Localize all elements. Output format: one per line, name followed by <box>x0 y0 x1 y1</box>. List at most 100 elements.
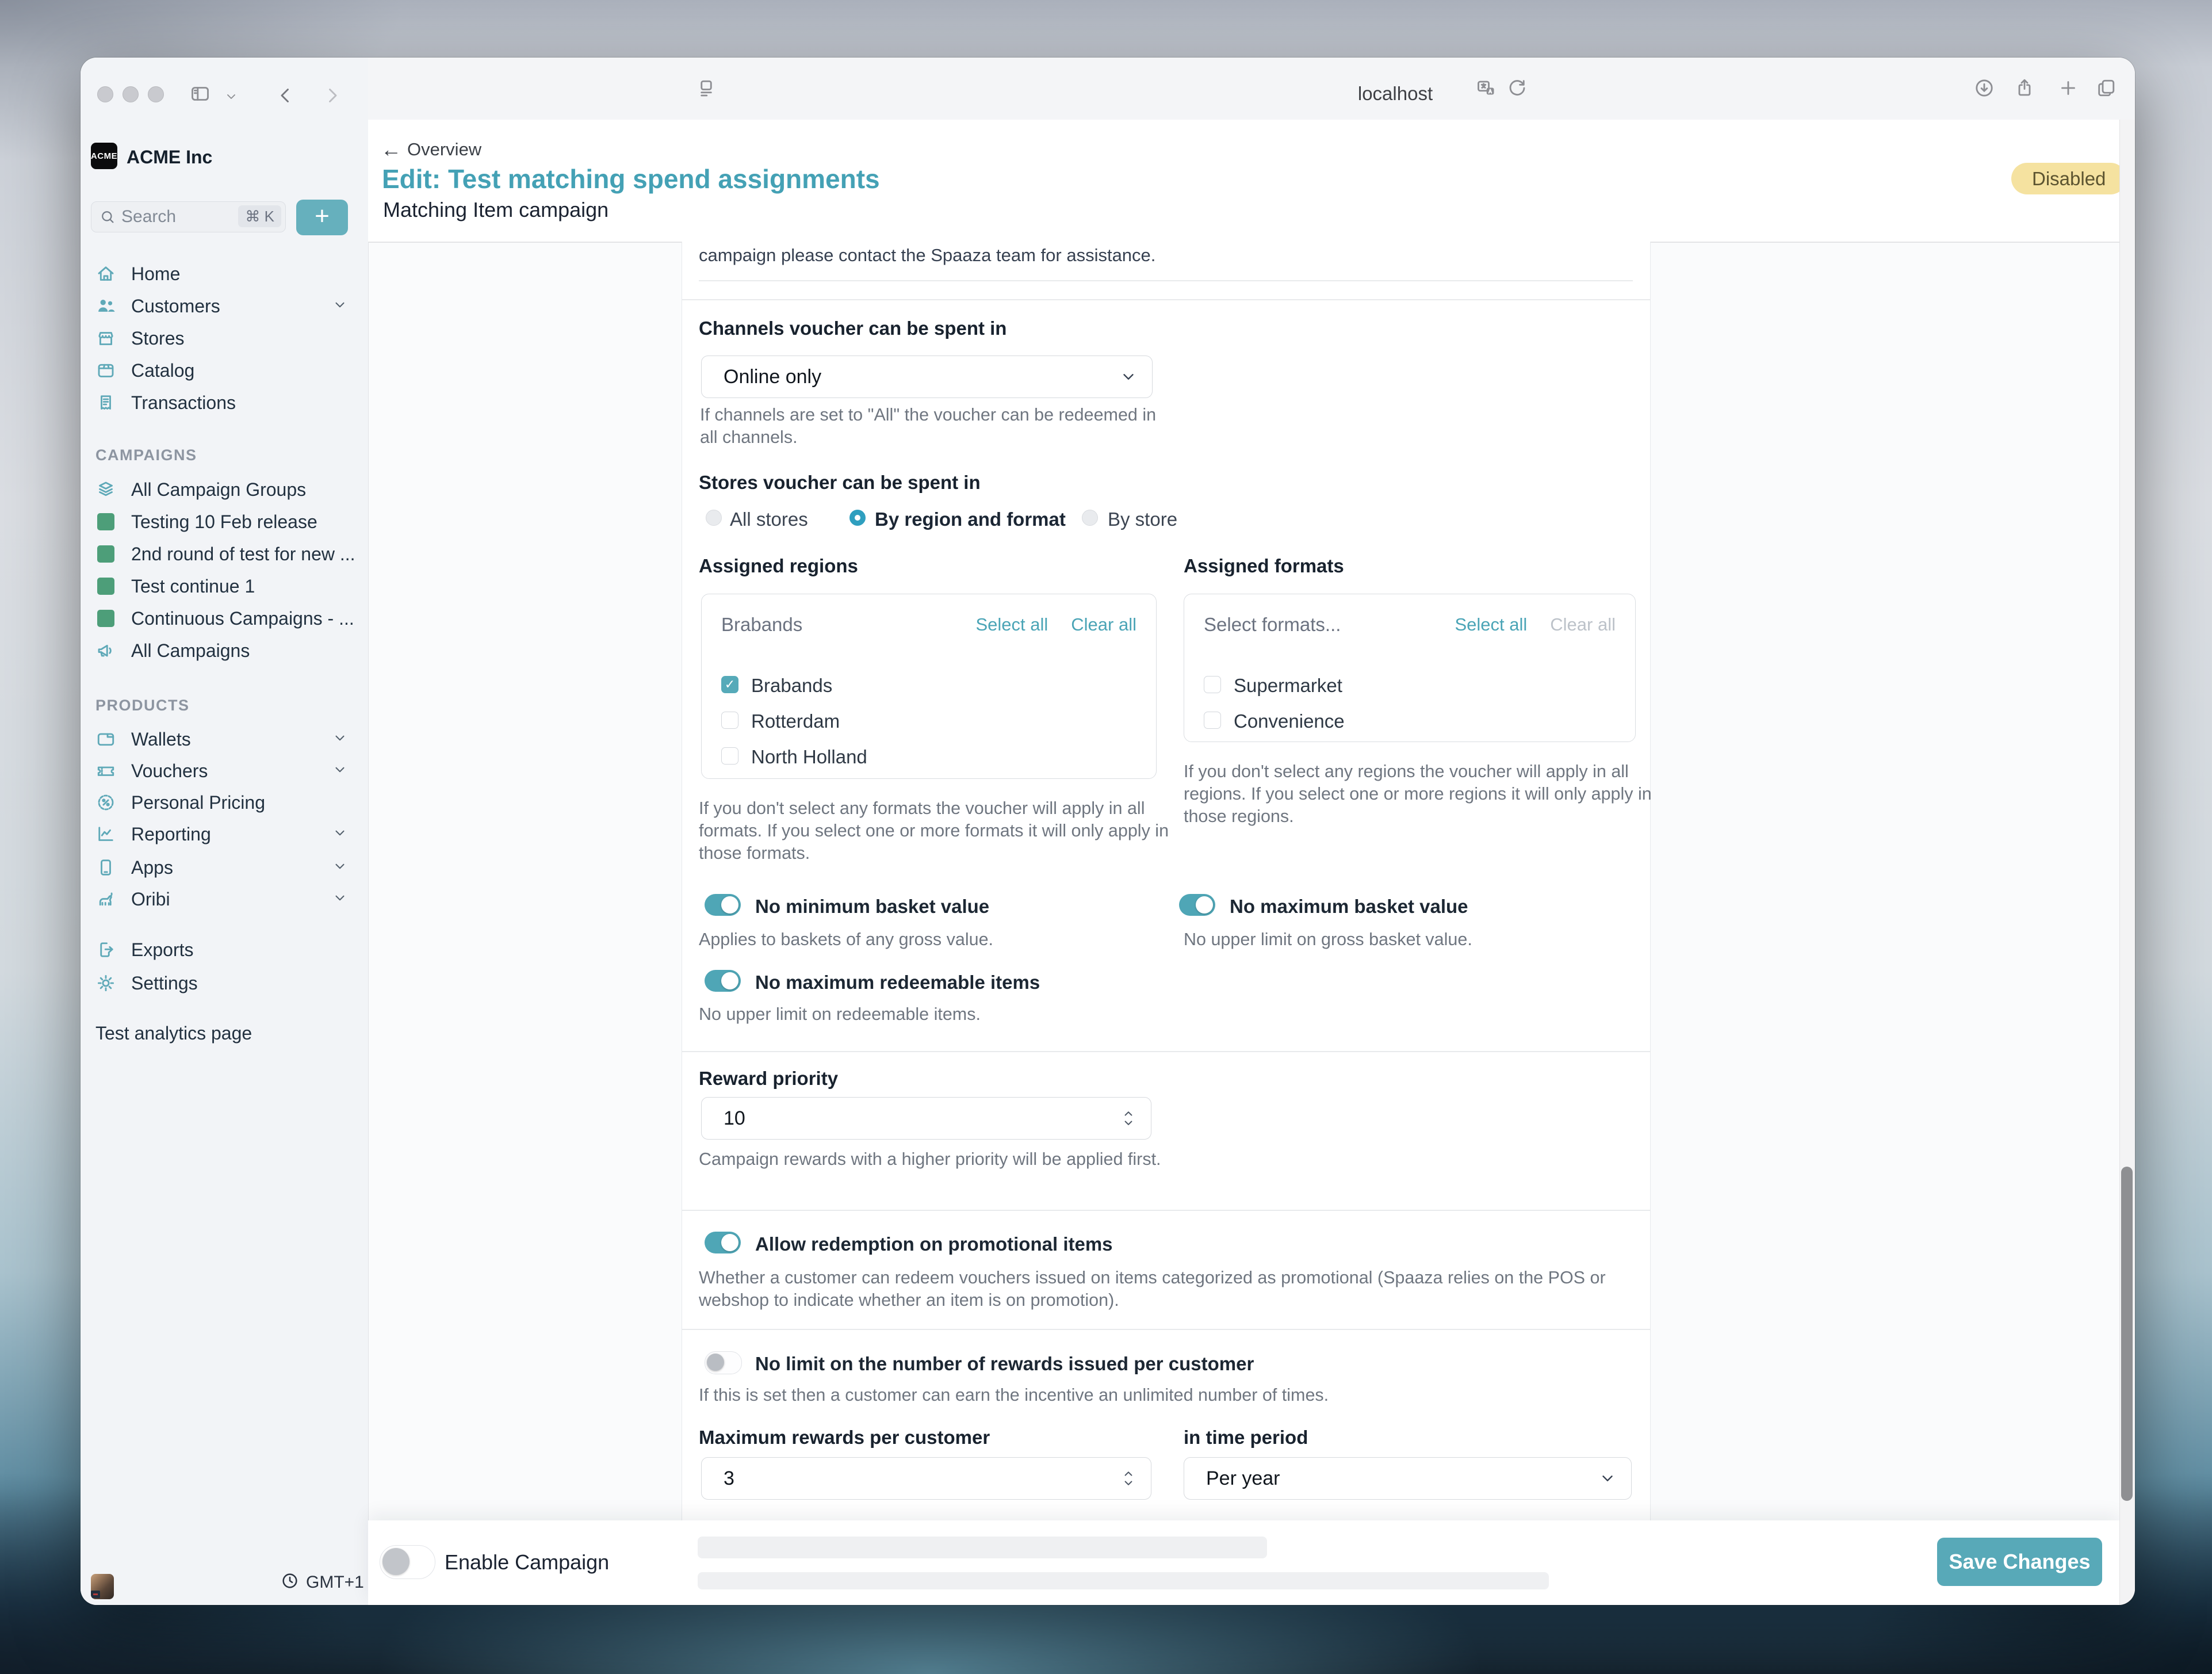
layers-icon <box>95 479 116 500</box>
sidebar-item-apps[interactable]: Apps <box>81 851 368 884</box>
window-minimize-button[interactable] <box>123 86 139 102</box>
formats-select-all-link[interactable]: Select all <box>1455 614 1527 635</box>
gear-icon <box>95 973 116 993</box>
page-settings-icon[interactable] <box>696 78 717 102</box>
radio-all-stores[interactable] <box>706 510 722 526</box>
chevron-down-icon <box>332 825 347 843</box>
sidebar-item-stores[interactable]: Stores <box>81 322 368 354</box>
stepper-icon[interactable] <box>1121 1466 1136 1491</box>
window-zoom-button[interactable] <box>148 86 164 102</box>
sidebar-item-wallets[interactable]: Wallets <box>81 723 368 755</box>
channels-label: Channels voucher can be spent in <box>699 318 1007 339</box>
sidebar-item-exports[interactable]: Exports <box>81 934 368 966</box>
max-items-toggle[interactable] <box>705 970 741 992</box>
chevron-down-icon <box>332 297 347 315</box>
checkbox-convenience[interactable] <box>1204 712 1221 729</box>
campaign-group-swatch <box>95 544 116 564</box>
regions-box-title: Brabands <box>721 614 802 636</box>
radio-by-region-format[interactable] <box>849 510 866 526</box>
campaigns-section-header: CAMPAIGNS <box>95 446 197 464</box>
test-analytics-link[interactable]: Test analytics page <box>95 1023 252 1044</box>
sidebar-item-transactions[interactable]: Transactions <box>81 387 368 419</box>
scrollbar-thumb[interactable] <box>2121 1167 2133 1501</box>
radio-all-stores-label[interactable]: All stores <box>730 509 808 530</box>
sidebar-item-campaign-group[interactable]: 2nd round of test for new ... <box>81 538 368 570</box>
sidebar-item-customers[interactable]: Customers <box>81 290 368 322</box>
sidebar: ACME ACME Inc Search ⌘ K + Home Customer… <box>81 58 369 1605</box>
enable-campaign-toggle[interactable] <box>380 1545 435 1579</box>
chevron-down-icon <box>332 762 347 780</box>
sidebar-item-campaign-group[interactable]: Test continue 1 <box>81 570 368 602</box>
checkbox-supermarket[interactable] <box>1204 676 1221 693</box>
sidebar-item-all-campaign-groups[interactable]: All Campaign Groups <box>81 473 368 506</box>
radio-by-region-format-label[interactable]: By region and format <box>875 509 1066 530</box>
search-input[interactable]: Search ⌘ K <box>91 201 286 232</box>
checkbox-north-holland-label[interactable]: North Holland <box>751 746 867 768</box>
sidebar-item-vouchers[interactable]: Vouchers <box>81 755 368 787</box>
export-icon <box>95 939 116 960</box>
time-period-select[interactable]: Per year <box>1184 1457 1632 1500</box>
avatar[interactable] <box>91 1574 114 1599</box>
checkbox-brabands[interactable]: ✓ <box>721 676 738 693</box>
org-name[interactable]: ACME Inc <box>127 147 212 168</box>
formats-box-title: Select formats... <box>1204 614 1341 636</box>
checkbox-brabands-label[interactable]: Brabands <box>751 675 832 697</box>
stepper-icon[interactable] <box>1121 1106 1136 1131</box>
mobile-icon <box>95 857 116 878</box>
window-close-button[interactable] <box>97 86 113 102</box>
no-limit-toggle[interactable] <box>705 1351 742 1374</box>
divider <box>682 299 1650 300</box>
channels-select[interactable]: Online only <box>701 356 1153 398</box>
page-title: Edit: Test matching spend assignments <box>382 163 880 194</box>
chevron-down-icon[interactable] <box>224 90 238 106</box>
chevron-down-icon <box>1599 1470 1616 1487</box>
sidebar-item-campaign-group[interactable]: Testing 10 Feb release <box>81 506 368 538</box>
no-limit-label: No limit on the number of rewards issued… <box>755 1353 1254 1375</box>
max-rewards-input[interactable]: 3 <box>701 1457 1151 1500</box>
page-subtitle: Matching Item campaign <box>383 198 609 222</box>
sidebar-item-catalog[interactable]: Catalog <box>81 354 368 387</box>
radio-by-store[interactable] <box>1082 510 1098 526</box>
sidebar-item-personal-pricing[interactable]: Personal Pricing <box>81 786 368 819</box>
promo-toggle[interactable] <box>705 1232 741 1253</box>
share-icon[interactable] <box>2014 78 2035 101</box>
address-bar[interactable]: localhost <box>964 83 1827 105</box>
checkbox-north-holland[interactable] <box>721 747 738 765</box>
priority-input[interactable]: 10 <box>701 1097 1151 1140</box>
checkbox-rotterdam[interactable] <box>721 712 738 729</box>
sidebar-item-settings[interactable]: Settings <box>81 967 368 999</box>
checkbox-supermarket-label[interactable]: Supermarket <box>1234 675 1342 697</box>
checkbox-rotterdam-label[interactable]: Rotterdam <box>751 710 840 732</box>
regions-select-all-link[interactable]: Select all <box>975 614 1048 635</box>
chevron-down-icon <box>332 859 347 877</box>
radio-by-store-label[interactable]: By store <box>1108 509 1177 530</box>
intro-text: campaign please contact the Spaaza team … <box>699 245 1155 266</box>
form-panel: campaign please contact the Spaaza team … <box>682 242 1651 1520</box>
chevron-down-icon <box>332 731 347 748</box>
back-to-overview-link[interactable]: ← Overview <box>381 139 481 160</box>
formats-help: If you don't select any regions the vouc… <box>1184 760 1652 828</box>
sidebar-item-campaign-group[interactable]: Continuous Campaigns - ... <box>81 602 368 635</box>
sidebar-toggle-icon[interactable] <box>190 83 211 107</box>
no-limit-help: If this is set then a customer can earn … <box>699 1384 1619 1407</box>
back-icon[interactable] <box>275 85 296 109</box>
regions-clear-all-link[interactable]: Clear all <box>1071 614 1136 635</box>
translate-icon[interactable] <box>1476 78 1497 102</box>
formats-clear-all-link[interactable]: Clear all <box>1550 614 1616 635</box>
checkbox-convenience-label[interactable]: Convenience <box>1234 710 1345 732</box>
new-tab-icon[interactable] <box>2058 78 2079 101</box>
forward-icon[interactable] <box>322 85 343 109</box>
sidebar-item-oribi[interactable]: Oribi <box>81 883 368 915</box>
browser-window: ACME ACME Inc Search ⌘ K + Home Customer… <box>81 58 2135 1605</box>
sidebar-item-reporting[interactable]: Reporting <box>81 818 368 850</box>
add-button[interactable]: + <box>296 200 348 235</box>
max-basket-toggle[interactable] <box>1179 894 1215 916</box>
save-button[interactable]: Save Changes <box>1937 1538 2102 1586</box>
tab-overview-icon[interactable] <box>2096 78 2117 101</box>
download-icon[interactable] <box>1974 78 1995 101</box>
sidebar-item-all-campaigns[interactable]: All Campaigns <box>81 635 368 667</box>
reload-icon[interactable] <box>1507 78 1528 101</box>
min-basket-toggle[interactable] <box>705 894 741 916</box>
sidebar-item-home[interactable]: Home <box>81 258 368 290</box>
regions-box: Brabands Select all Clear all ✓ Brabands… <box>701 594 1157 779</box>
